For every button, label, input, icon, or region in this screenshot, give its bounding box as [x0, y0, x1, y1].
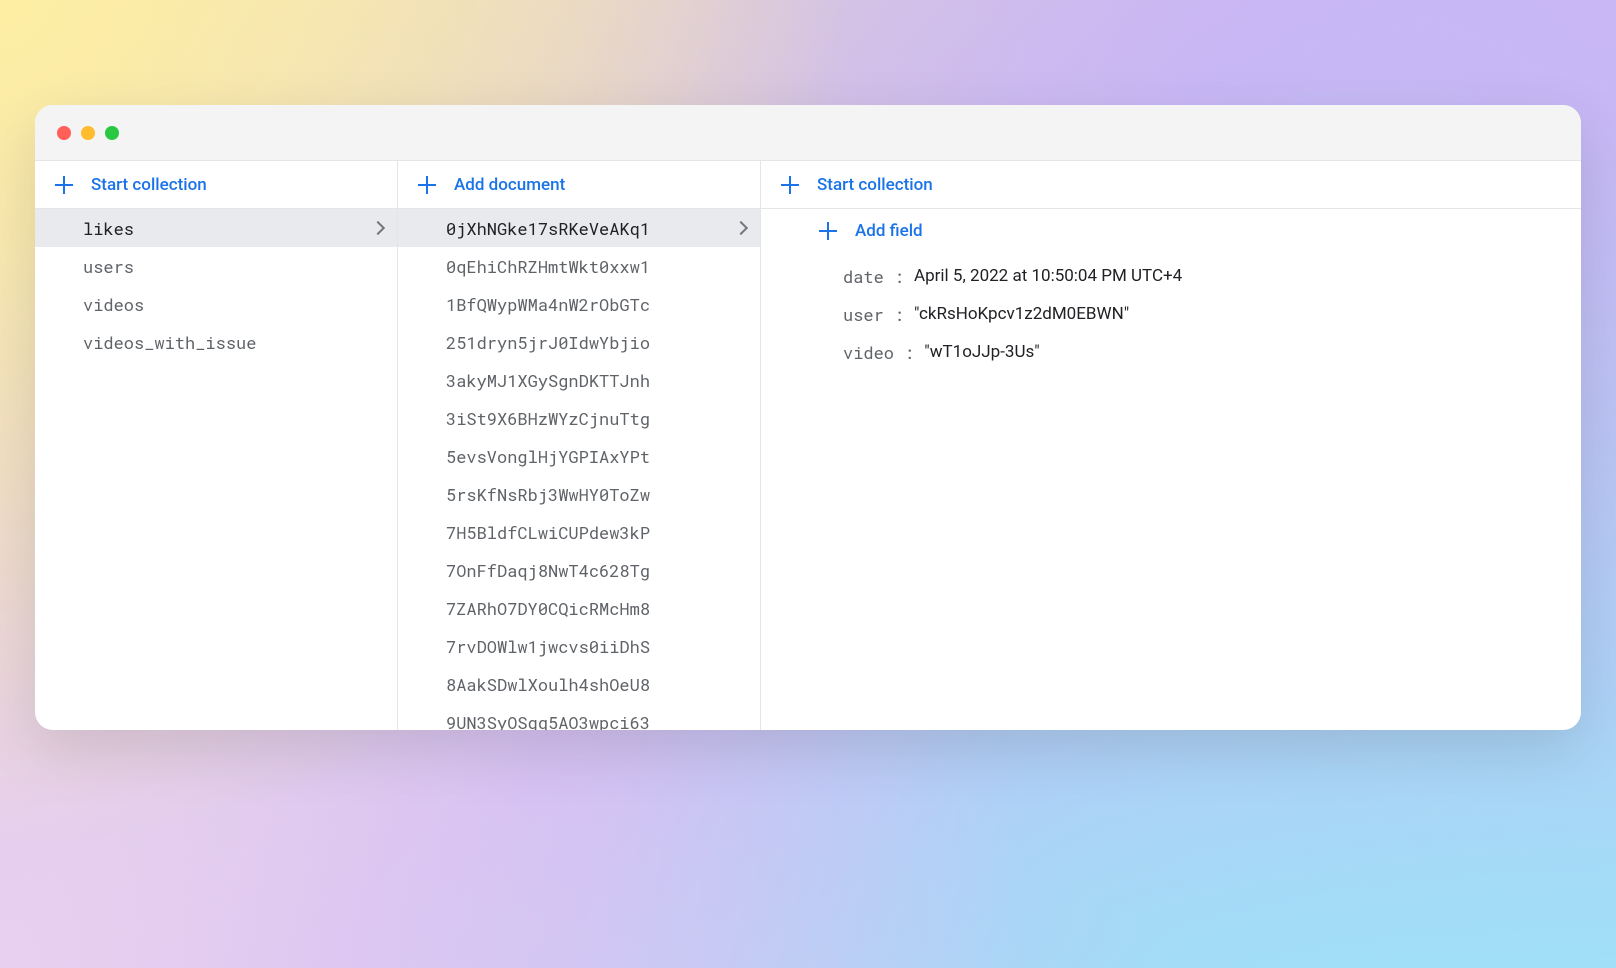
document-row[interactable]: 5evsVonglHjYGPIAxYPt [398, 437, 760, 475]
document-row[interactable]: 0qEhiChRZHmtWkt0xxw1 [398, 247, 760, 285]
panes-container: Start collection likes users videos videos_… [35, 161, 1581, 730]
plus-icon [55, 176, 73, 194]
add-field-label: Add field [855, 221, 923, 241]
chevron-right-icon [734, 221, 748, 235]
field-value: "ckRsHoKpcv1z2dM0EBWN" [914, 304, 1129, 324]
field-colon: : [894, 303, 904, 326]
add-document-label: Add document [454, 175, 565, 195]
document-id: 7ZARhO7DY0CQicRMcHm8 [446, 597, 650, 620]
document-row[interactable]: 1BfQWypWMa4nW2rObGTc [398, 285, 760, 323]
window-minimize-icon[interactable] [81, 126, 95, 140]
document-row[interactable]: 3iSt9X6BHzWYzCjnuTtg [398, 399, 760, 437]
app-window: Start collection likes users videos videos_… [35, 105, 1581, 730]
documents-pane: Add document 0jXhNGke17sRKeVeAKq1 0qEhiCh… [398, 161, 761, 730]
collections-list: likes users videos videos_with_issue [35, 209, 397, 730]
document-id: 7OnFfDaqj8NwT4c628Tg [446, 559, 650, 582]
collection-name: likes [83, 217, 134, 240]
document-id: 7rvDOWlw1jwcvs0iiDhS [446, 635, 650, 658]
document-row[interactable]: 3akyMJ1XGySgnDKTTJnh [398, 361, 760, 399]
document-id: 7H5BldfCLwiCUPdew3kP [446, 521, 650, 544]
plus-icon [781, 176, 799, 194]
field-colon: : [904, 341, 914, 364]
document-row[interactable]: 7rvDOWlw1jwcvs0iiDhS [398, 627, 760, 665]
collection-name: videos_with_issue [83, 331, 256, 354]
document-id: 8AakSDwlXoulh4shOeU8 [446, 673, 650, 696]
document-id: 0qEhiChRZHmtWkt0xxw1 [446, 255, 650, 278]
collection-row[interactable]: users [35, 247, 397, 285]
add-document-button[interactable]: Add document [398, 161, 760, 209]
document-row[interactable]: 9UN3SyOSgq5AO3wpci63 [398, 703, 760, 730]
collection-row[interactable]: likes [35, 209, 397, 247]
field-value: April 5, 2022 at 10:50:04 PM UTC+4 [914, 266, 1182, 286]
field-value: "wT1oJJp-3Us" [924, 342, 1040, 362]
document-row[interactable]: 7OnFfDaqj8NwT4c628Tg [398, 551, 760, 589]
documents-list: 0jXhNGke17sRKeVeAKq1 0qEhiChRZHmtWkt0xxw1… [398, 209, 760, 730]
document-id: 9UN3SyOSgq5AO3wpci63 [446, 711, 650, 731]
document-row[interactable]: 251dryn5jrJ0IdwYbjio [398, 323, 760, 361]
document-id: 5rsKfNsRbj3WwHY0ToZw [446, 483, 650, 506]
field-key: video [843, 341, 894, 364]
document-id: 251dryn5jrJ0IdwYbjio [446, 331, 650, 354]
collection-row[interactable]: videos [35, 285, 397, 323]
collection-row[interactable]: videos_with_issue [35, 323, 397, 361]
document-id: 0jXhNGke17sRKeVeAKq1 [446, 217, 650, 240]
document-id: 1BfQWypWMa4nW2rObGTc [446, 293, 650, 316]
field-key: user [843, 303, 884, 326]
collections-pane: Start collection likes users videos videos_… [35, 161, 398, 730]
document-id: 3iSt9X6BHzWYzCjnuTtg [446, 407, 650, 430]
collection-name: users [83, 255, 134, 278]
start-subcollection-label: Start collection [817, 175, 933, 195]
document-id: 5evsVonglHjYGPIAxYPt [446, 445, 650, 468]
field-key: date [843, 265, 884, 288]
fields-list: date: April 5, 2022 at 10:50:04 PM UTC+4 u… [761, 257, 1581, 371]
window-titlebar [35, 105, 1581, 161]
document-id: 3akyMJ1XGySgnDKTTJnh [446, 369, 650, 392]
chevron-right-icon [371, 221, 385, 235]
fields-pane: Start collection Add field date: April 5,… [761, 161, 1581, 730]
plus-icon [819, 222, 837, 240]
document-row[interactable]: 5rsKfNsRbj3WwHY0ToZw [398, 475, 760, 513]
document-row[interactable]: 8AakSDwlXoulh4shOeU8 [398, 665, 760, 703]
add-field-button[interactable]: Add field [761, 209, 1581, 253]
window-close-icon[interactable] [57, 126, 71, 140]
start-collection-label: Start collection [91, 175, 207, 195]
document-row[interactable]: 7H5BldfCLwiCUPdew3kP [398, 513, 760, 551]
field-row[interactable]: date: April 5, 2022 at 10:50:04 PM UTC+4 [761, 257, 1581, 295]
start-subcollection-button[interactable]: Start collection [761, 161, 1581, 209]
collection-name: videos [83, 293, 144, 316]
field-colon: : [894, 265, 904, 288]
start-collection-button[interactable]: Start collection [35, 161, 397, 209]
document-row[interactable]: 7ZARhO7DY0CQicRMcHm8 [398, 589, 760, 627]
field-row[interactable]: user: "ckRsHoKpcv1z2dM0EBWN" [761, 295, 1581, 333]
plus-icon [418, 176, 436, 194]
document-row[interactable]: 0jXhNGke17sRKeVeAKq1 [398, 209, 760, 247]
window-zoom-icon[interactable] [105, 126, 119, 140]
field-row[interactable]: video: "wT1oJJp-3Us" [761, 333, 1581, 371]
